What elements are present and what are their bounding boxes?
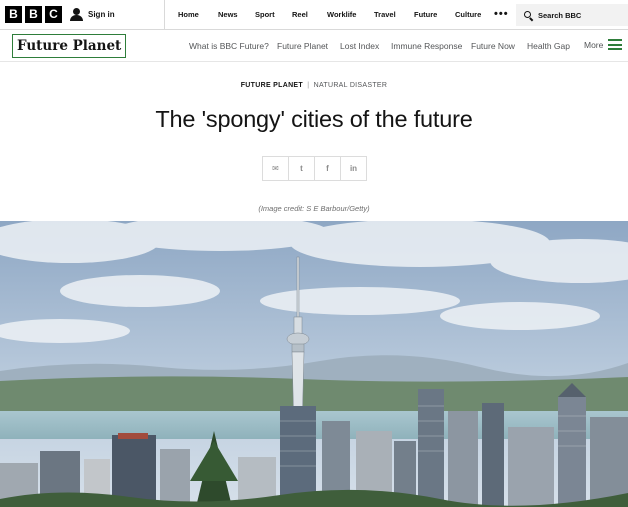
- nav-item-sport[interactable]: Sport: [255, 10, 275, 19]
- hero-image-city-skyline: [0, 221, 628, 507]
- bbc-logo[interactable]: B B C: [5, 6, 62, 23]
- hamburger-menu-icon: [608, 39, 623, 50]
- article-kicker: FUTURE PLANET | NATURAL DISASTER: [0, 82, 628, 89]
- city-skyline-illustration: [0, 221, 628, 507]
- image-credit: (Image credit: S E Barbour/Getty): [258, 204, 370, 213]
- kicker-topic-link[interactable]: NATURAL DISASTER: [314, 82, 388, 89]
- nav-item-reel[interactable]: Reel: [292, 10, 308, 19]
- facebook-share-button[interactable]: f: [314, 156, 341, 181]
- bbc-logo-letter-b1: B: [5, 6, 22, 23]
- bbc-logo-letter-b2: B: [25, 6, 42, 23]
- article-title: The 'spongy' cities of the future: [155, 106, 473, 132]
- nav-item-future[interactable]: Future: [414, 10, 437, 19]
- nav-item-worklife[interactable]: Worklife: [327, 10, 356, 19]
- search-label: Search BBC: [538, 10, 582, 20]
- email-share-button[interactable]: ✉: [262, 156, 289, 181]
- section-nav-what-is-bbc-future[interactable]: What is BBC Future?: [189, 41, 269, 51]
- email-icon: ✉: [272, 164, 279, 173]
- more-label: More: [584, 39, 604, 50]
- linkedin-icon: in: [349, 164, 358, 173]
- more-menu-button[interactable]: More: [584, 39, 623, 50]
- bbc-top-bar: B B C Sign in Home News Sport Reel Workl…: [0, 0, 628, 30]
- topbar-divider: [164, 0, 165, 30]
- future-section-bar: Future Planet What is BBC Future? Future…: [0, 31, 628, 62]
- nav-item-culture[interactable]: Culture: [455, 10, 481, 19]
- section-nav-future-now[interactable]: Future Now: [471, 41, 515, 51]
- facebook-icon: f: [326, 164, 329, 173]
- future-planet-brand[interactable]: Future Planet: [12, 34, 127, 58]
- nav-item-home[interactable]: Home: [178, 10, 199, 19]
- share-buttons: ✉ t f in: [262, 156, 367, 181]
- search-bbc-button[interactable]: Search BBC: [516, 4, 628, 26]
- nav-item-news[interactable]: News: [218, 10, 238, 19]
- section-nav-immune-response[interactable]: Immune Response: [391, 41, 462, 51]
- nav-item-travel[interactable]: Travel: [374, 10, 396, 19]
- twitter-icon: t: [300, 164, 303, 173]
- search-icon: [524, 10, 534, 21]
- sign-in-label: Sign in: [88, 10, 115, 19]
- bbc-logo-letter-c: C: [45, 6, 62, 23]
- linkedin-share-button[interactable]: in: [340, 156, 367, 181]
- kicker-separator: |: [307, 82, 310, 89]
- section-nav-lost-index[interactable]: Lost Index: [340, 41, 379, 51]
- section-nav-future-planet[interactable]: Future Planet: [277, 41, 328, 51]
- more-dots-icon[interactable]: •••: [494, 8, 509, 20]
- twitter-share-button[interactable]: t: [288, 156, 315, 181]
- user-icon: [70, 8, 83, 21]
- sign-in-button[interactable]: Sign in: [70, 8, 115, 21]
- kicker-section-link[interactable]: FUTURE PLANET: [241, 82, 303, 89]
- section-nav-health-gap[interactable]: Health Gap: [527, 41, 570, 51]
